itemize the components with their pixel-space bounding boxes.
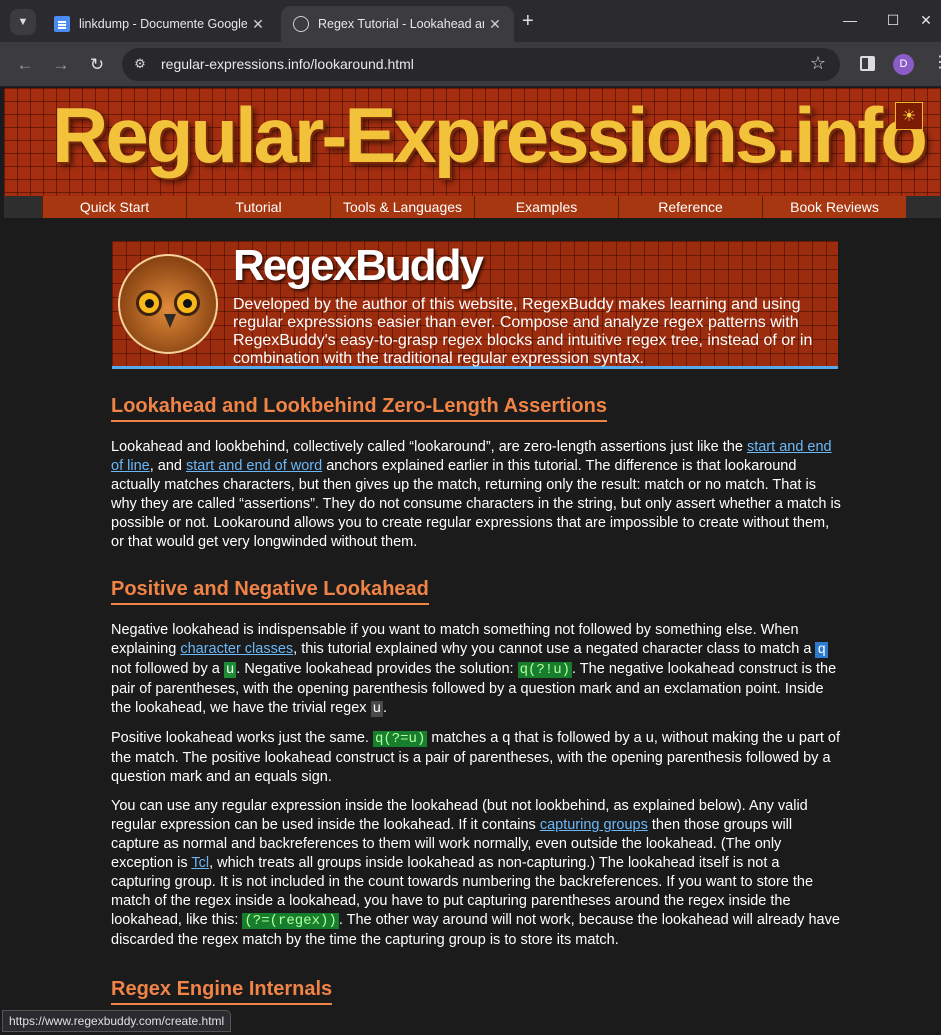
page-viewport: Regular-Expressions.info ☀ Quick Start T… bbox=[4, 88, 941, 1035]
close-icon[interactable]: ✕ bbox=[484, 16, 506, 33]
nav-book-reviews[interactable]: Book Reviews bbox=[762, 196, 906, 218]
tab-title: linkdump - Documente Google bbox=[79, 17, 247, 31]
code-negative-lookahead: q(?!u) bbox=[517, 662, 573, 678]
globe-icon bbox=[293, 16, 309, 32]
text: . Negative lookahead provides the soluti… bbox=[236, 661, 518, 677]
paragraph: Positive lookahead works just the same. … bbox=[111, 729, 841, 787]
close-icon[interactable]: ✕ bbox=[247, 16, 269, 33]
side-panel-icon[interactable] bbox=[860, 56, 875, 71]
regexbuddy-ad[interactable]: RegexBuddy Developed by the author of th… bbox=[112, 241, 838, 369]
owl-eye bbox=[136, 290, 162, 316]
profile-avatar[interactable]: D bbox=[893, 54, 914, 75]
nav-examples[interactable]: Examples bbox=[474, 196, 618, 218]
text: . bbox=[382, 700, 387, 716]
paragraph: Negative lookahead is indispensable if y… bbox=[111, 621, 841, 719]
close-window-button[interactable]: ✕ bbox=[911, 8, 941, 32]
code-u: u bbox=[223, 662, 237, 678]
tab-search-button[interactable]: ▼ bbox=[10, 9, 36, 35]
owl-beak bbox=[164, 314, 176, 328]
link-tcl[interactable]: Tcl bbox=[191, 855, 209, 871]
tab-google-docs[interactable]: linkdump - Documente Google ✕ bbox=[42, 6, 277, 42]
code-q: q bbox=[815, 642, 828, 658]
owl-logo-icon bbox=[118, 254, 218, 354]
heading-positive-negative: Positive and Negative Lookahead bbox=[111, 579, 429, 605]
tab-strip: ▼ linkdump - Documente Google ✕ Regex Tu… bbox=[0, 0, 941, 42]
paragraph: You can use any regular expression insid… bbox=[111, 797, 841, 950]
text: Positive lookahead works just the same. bbox=[111, 730, 373, 746]
ad-title: RegexBuddy bbox=[233, 241, 484, 290]
browser-toolbar: ← → ↻ ⚙ regular-expressions.info/lookaro… bbox=[0, 42, 941, 87]
article: Lookahead and Lookbehind Zero-Length Ass… bbox=[111, 388, 841, 1021]
bookmark-star-icon[interactable]: ☆ bbox=[810, 53, 826, 74]
link-character-classes[interactable]: character classes bbox=[180, 641, 293, 657]
code-u: u bbox=[370, 701, 383, 717]
heading-lookaround: Lookahead and Lookbehind Zero-Length Ass… bbox=[111, 396, 607, 422]
ad-text: Developed by the author of this website,… bbox=[233, 296, 813, 367]
code-positive-lookahead: q(?=u) bbox=[372, 731, 428, 747]
tab-title: Regex Tutorial - Lookahead and Lookbehin… bbox=[318, 17, 484, 31]
more-menu-icon[interactable]: ⋮ bbox=[932, 52, 941, 72]
google-docs-icon bbox=[54, 16, 70, 32]
status-bar-url: https://www.regexbuddy.com/create.html bbox=[2, 1010, 232, 1032]
nav-tutorial[interactable]: Tutorial bbox=[186, 196, 330, 218]
link-capturing-groups[interactable]: capturing groups bbox=[540, 817, 648, 833]
owl-eye bbox=[174, 290, 200, 316]
nav-tools-languages[interactable]: Tools & Languages bbox=[330, 196, 474, 218]
new-tab-button[interactable]: + bbox=[522, 10, 534, 33]
text: , this tutorial explained why you cannot… bbox=[293, 641, 816, 657]
forward-button[interactable]: → bbox=[48, 52, 74, 78]
text: Lookahead and lookbehind, collectively c… bbox=[111, 439, 747, 455]
site-nav: Quick Start Tutorial Tools & Languages E… bbox=[4, 196, 941, 218]
back-button[interactable]: ← bbox=[12, 52, 38, 78]
address-bar[interactable]: ⚙ regular-expressions.info/lookaround.ht… bbox=[122, 48, 840, 81]
chevron-down-icon: ▼ bbox=[17, 16, 29, 28]
site-banner: Regular-Expressions.info ☀ bbox=[4, 88, 941, 196]
paragraph: Lookahead and lookbehind, collectively c… bbox=[111, 438, 841, 552]
lightbulb-icon[interactable]: ☀ bbox=[895, 102, 923, 130]
url-text[interactable]: regular-expressions.info/lookaround.html bbox=[161, 56, 414, 72]
nav-reference[interactable]: Reference bbox=[618, 196, 762, 218]
heading-engine-internals: Regex Engine Internals bbox=[111, 979, 333, 1005]
reload-button[interactable]: ↻ bbox=[84, 52, 110, 78]
site-info-icon[interactable]: ⚙ bbox=[131, 56, 149, 74]
nav-quick-start[interactable]: Quick Start bbox=[42, 196, 186, 218]
link-start-end-word[interactable]: start and end of word bbox=[186, 458, 322, 474]
maximize-button[interactable]: ☐ bbox=[878, 8, 908, 32]
text: not followed by a bbox=[111, 661, 224, 677]
site-logo[interactable]: Regular-Expressions.info bbox=[52, 90, 928, 181]
minimize-button[interactable]: — bbox=[835, 8, 865, 32]
tab-regex-tutorial[interactable]: Regex Tutorial - Lookahead and Lookbehin… bbox=[281, 6, 514, 42]
text: , and bbox=[149, 458, 186, 474]
code-capture-lookahead: (?=(regex)) bbox=[242, 913, 339, 929]
